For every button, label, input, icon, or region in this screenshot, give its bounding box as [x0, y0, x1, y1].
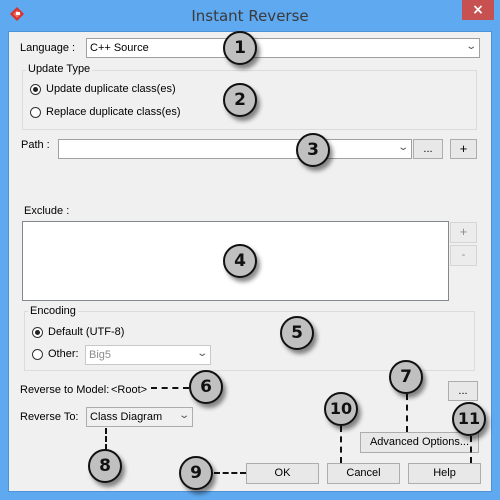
reverse-to-value: Class Diagram [90, 411, 163, 423]
encoding-default-radio[interactable] [32, 327, 43, 338]
callout-7-connector [406, 394, 408, 432]
help-button[interactable]: Help [408, 463, 481, 484]
ok-button[interactable]: OK [246, 463, 319, 484]
encoding-default-label[interactable]: Default (UTF-8) [48, 326, 124, 338]
reverse-to-model-value: <Root> [111, 384, 148, 396]
encoding-other-value: Big5 [89, 349, 112, 361]
path-browse-button[interactable]: ... [413, 139, 443, 159]
callout-6: 6 [189, 370, 223, 404]
close-icon: × [472, 2, 484, 18]
replace-duplicate-radio[interactable] [30, 107, 41, 118]
callout-8-connector [105, 428, 107, 450]
callout-11: 11 [452, 402, 486, 436]
encoding-other-radio[interactable] [32, 349, 43, 360]
path-add-button[interactable]: + [450, 139, 477, 159]
update-duplicate-label[interactable]: Update duplicate class(es) [46, 83, 176, 95]
update-type-title: Update Type [26, 63, 93, 75]
path-input[interactable]: ⌄ [58, 139, 412, 159]
reverse-to-label: Reverse To: [20, 411, 79, 423]
update-duplicate-radio[interactable] [30, 84, 41, 95]
callout-2: 2 [223, 83, 257, 117]
callout-7: 7 [389, 360, 423, 394]
callout-8: 8 [88, 449, 122, 483]
callout-10: 10 [324, 392, 358, 426]
window-title: Instant Reverse [191, 7, 309, 25]
callout-9-connector [214, 472, 246, 474]
callout-1: 1 [223, 31, 257, 65]
chevron-down-icon: ⌄ [464, 41, 477, 52]
callout-6-connector [151, 387, 189, 389]
callout-4: 4 [223, 244, 257, 278]
exclude-add-button[interactable]: + [450, 222, 477, 243]
encoding-other-label[interactable]: Other: [48, 348, 79, 360]
encoding-title: Encoding [28, 305, 78, 317]
encoding-other-select[interactable]: Big5 ⌄ [85, 345, 211, 365]
chevron-down-icon: ⌄ [195, 348, 208, 359]
reverse-to-model-label: Reverse to Model: [20, 384, 110, 396]
path-label: Path : [21, 139, 50, 151]
close-button[interactable]: × [462, 0, 494, 20]
exclude-remove-button[interactable]: - [450, 245, 477, 266]
advanced-options-button[interactable]: Advanced Options... [360, 432, 479, 453]
callout-10-connector [340, 426, 342, 463]
language-select[interactable]: C++ Source ⌄ [86, 38, 480, 58]
callout-5: 5 [280, 316, 314, 350]
reverse-to-select[interactable]: Class Diagram ⌄ [86, 407, 193, 427]
chevron-down-icon: ⌄ [177, 410, 190, 421]
chevron-down-icon: ⌄ [396, 142, 409, 153]
replace-duplicate-label[interactable]: Replace duplicate class(es) [46, 106, 181, 118]
cancel-button[interactable]: Cancel [327, 463, 400, 484]
language-label: Language : [20, 42, 76, 54]
model-browse-button[interactable]: ... [448, 381, 478, 401]
callout-11-connector [470, 436, 472, 463]
callout-9: 9 [179, 456, 213, 490]
language-value: C++ Source [90, 42, 149, 54]
callout-3: 3 [296, 133, 330, 167]
exclude-label: Exclude : [24, 205, 70, 217]
